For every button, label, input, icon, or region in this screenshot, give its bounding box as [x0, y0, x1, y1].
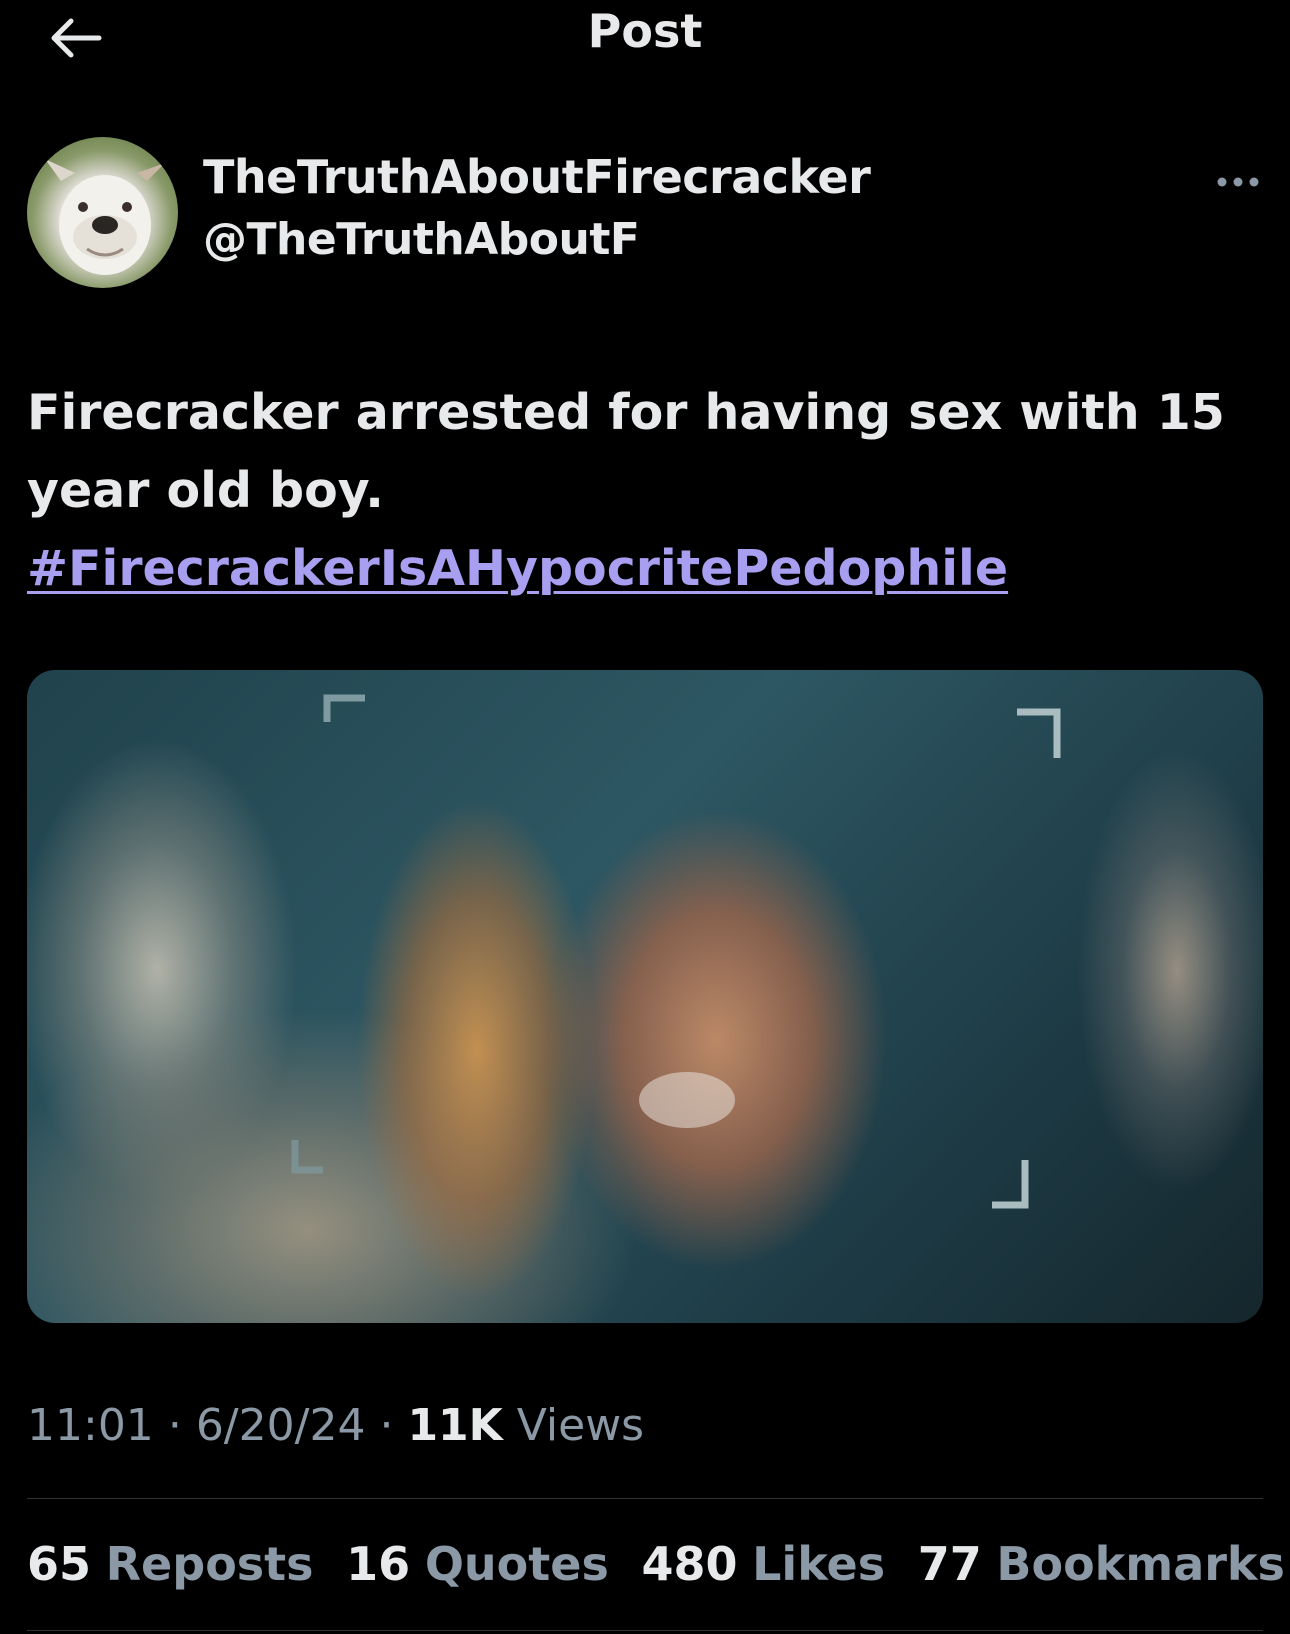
- bookmarks-label: Bookmarks: [996, 1537, 1285, 1591]
- post-media-image[interactable]: [27, 670, 1263, 1323]
- author-display-name[interactable]: TheTruthAboutFirecracker: [203, 150, 871, 204]
- views-label: Views: [516, 1400, 645, 1451]
- views-count: 11K: [407, 1400, 503, 1451]
- avatar[interactable]: [27, 137, 178, 288]
- likes-label: Likes: [752, 1537, 886, 1591]
- reposts-stat[interactable]: 65 Reposts: [27, 1537, 314, 1591]
- quotes-count: 16: [346, 1537, 411, 1591]
- quotes-stat[interactable]: 16 Quotes: [346, 1537, 609, 1591]
- bookmarks-stat[interactable]: 77 Bookmarks: [918, 1537, 1285, 1591]
- engagement-stats: 65 Reposts 16 Quotes 480 Likes 77 Bookma…: [27, 1537, 1290, 1591]
- top-bar: Post: [0, 0, 1290, 80]
- bulldog-avatar-image: [45, 159, 165, 275]
- post-date: 6/20/24: [195, 1400, 366, 1451]
- likes-stat[interactable]: 480 Likes: [641, 1537, 885, 1591]
- divider: [27, 1630, 1263, 1631]
- meta-separator: ·: [167, 1400, 182, 1451]
- reposts-label: Reposts: [105, 1537, 314, 1591]
- more-options-button[interactable]: [1208, 160, 1268, 204]
- author-handle[interactable]: @TheTruthAboutF: [203, 214, 640, 265]
- divider: [27, 1498, 1263, 1499]
- ellipsis-icon: [1217, 177, 1259, 187]
- meta-separator: ·: [379, 1400, 394, 1451]
- quotes-label: Quotes: [424, 1537, 609, 1591]
- hashtag-link[interactable]: #FirecrackerIsAHypocritePedophile: [27, 530, 1257, 608]
- post-text: Firecracker arrested for having sex with…: [27, 384, 1225, 519]
- post-time: 11:01: [27, 1400, 154, 1451]
- reposts-count: 65: [27, 1537, 92, 1591]
- post-meta: 11:01 · 6/20/24 · 11K Views: [27, 1400, 644, 1451]
- post-body: Firecracker arrested for having sex with…: [27, 374, 1257, 608]
- likes-count: 480: [641, 1537, 738, 1591]
- media-photo: [291, 694, 1061, 1209]
- bookmarks-count: 77: [917, 1537, 982, 1591]
- page-title: Post: [587, 4, 703, 58]
